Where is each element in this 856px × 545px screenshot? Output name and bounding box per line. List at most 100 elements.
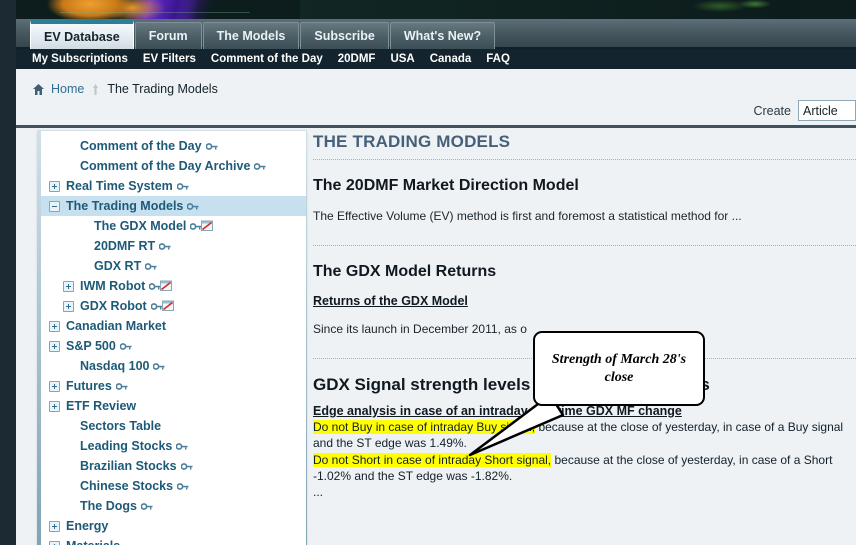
- primary-tabs: EV Database Forum The Models Subscribe W…: [30, 19, 496, 49]
- key-icon: [176, 182, 189, 190]
- key-icon: [145, 262, 157, 270]
- expand-icon[interactable]: [63, 300, 74, 312]
- sidebar-item-nasdaq-100[interactable]: Nasdaq 100: [41, 356, 306, 376]
- sidebar-item-etf-review[interactable]: ETF Review: [41, 396, 306, 416]
- expand-icon[interactable]: [49, 400, 60, 412]
- sidebar-item-comment-of-the-day-archive[interactable]: Comment of the Day Archive: [41, 156, 306, 176]
- subnav-item-my-subscriptions[interactable]: My Subscriptions: [32, 53, 128, 65]
- page-body: Home The Trading Models Create Article C…: [16, 69, 856, 545]
- expand-icon[interactable]: [49, 540, 60, 545]
- banner-artwork-left: [0, 0, 340, 19]
- more-ellipsis: ...: [313, 485, 324, 499]
- tree-spacer-icon: [63, 421, 74, 432]
- tree-spacer-icon: [77, 241, 88, 252]
- sidebar-item-chinese-stocks[interactable]: Chinese Stocks: [41, 476, 306, 496]
- link-returns-of-the-gdx-model[interactable]: Returns of the GDX Model: [313, 294, 856, 308]
- sidebar-item-s-p-500[interactable]: S&P 500: [41, 336, 306, 356]
- sidebar-item-label: Comment of the Day Archive: [80, 159, 251, 173]
- breadcrumb: Home The Trading Models: [32, 79, 218, 99]
- sidebar-item-iwm-robot[interactable]: IWM Robot: [41, 276, 306, 296]
- create-label: Create: [753, 103, 791, 118]
- sidebar-item-leading-stocks[interactable]: Leading Stocks: [41, 436, 306, 456]
- expand-icon[interactable]: [63, 280, 74, 292]
- header-divider: [16, 125, 856, 128]
- expand-icon[interactable]: [49, 520, 60, 532]
- subnav-item-canada[interactable]: Canada: [430, 53, 472, 65]
- tab-forum[interactable]: Forum: [134, 22, 202, 49]
- home-icon: [33, 83, 44, 95]
- key-icon: [119, 342, 132, 350]
- key-icon: [254, 162, 266, 170]
- create-type-value: Article: [803, 103, 838, 118]
- tree-spacer-icon: [63, 141, 74, 152]
- sidebar-item-label: The Trading Models: [66, 199, 184, 213]
- subnav-item-usa[interactable]: USA: [390, 53, 414, 65]
- key-icon: [153, 362, 165, 370]
- subnav-item-faq[interactable]: FAQ: [486, 53, 510, 65]
- site-banner: [0, 0, 856, 19]
- sidebar-item-comment-of-the-day[interactable]: Comment of the Day: [41, 136, 306, 156]
- tree-spacer-icon: [63, 461, 74, 472]
- annotation-callout: Strength of March 28's close: [468, 331, 705, 457]
- primary-tab-bar: EV Database Forum The Models Subscribe W…: [0, 19, 856, 49]
- tree-spacer-icon: [63, 481, 74, 492]
- tab-the-models[interactable]: The Models: [202, 22, 300, 49]
- sidebar-item-label: The Dogs: [80, 499, 137, 513]
- create-article-control: Create Article: [753, 100, 856, 121]
- sidebar-item-label: Sectors Table: [80, 419, 162, 433]
- expand-icon[interactable]: [49, 380, 60, 392]
- tab-label: The Models: [216, 29, 286, 43]
- sidebar-item-label: Chinese Stocks: [80, 479, 174, 493]
- sidebar-item-brazilian-stocks[interactable]: Brazilian Stocks: [41, 456, 306, 476]
- subnav-item-ev-filters[interactable]: EV Filters: [143, 53, 196, 65]
- key-icon: [205, 142, 218, 150]
- chart-icon: [161, 300, 174, 311]
- key-icon: [159, 242, 171, 250]
- tree-spacer-icon: [77, 261, 88, 272]
- sidebar-item-energy[interactable]: Energy: [41, 516, 306, 536]
- breadcrumb-home-link[interactable]: Home: [51, 82, 84, 96]
- sidebar-item-the-dogs[interactable]: The Dogs: [41, 496, 306, 516]
- sidebar-item-gdx-rt[interactable]: GDX RT: [41, 256, 306, 276]
- create-type-select[interactable]: Article: [798, 100, 856, 121]
- subnav-item-comment-of-the-day[interactable]: Comment of the Day: [211, 53, 323, 65]
- sidebar-item-real-time-system[interactable]: Real Time System: [41, 176, 306, 196]
- expand-icon[interactable]: [49, 340, 60, 352]
- sidebar-item-canadian-market[interactable]: Canadian Market: [41, 316, 306, 336]
- sidebar-item-sectors-table[interactable]: Sectors Table: [41, 416, 306, 436]
- tree-spacer-icon: [63, 161, 74, 172]
- expand-icon[interactable]: [49, 180, 60, 192]
- sidebar-item-the-trading-models[interactable]: The Trading Models: [41, 196, 306, 216]
- sidebar-item-label: Real Time System: [66, 179, 173, 193]
- sidebar-item-futures[interactable]: Futures: [41, 376, 306, 396]
- collapse-icon[interactable]: [49, 200, 60, 212]
- sidebar-item-label: Canadian Market: [66, 319, 167, 333]
- sidebar-item-label: 20DMF RT: [94, 239, 156, 253]
- tab-label: What's New?: [403, 29, 482, 43]
- sidebar-item-gdx-robot[interactable]: GDX Robot: [41, 296, 306, 316]
- tab-subscribe[interactable]: Subscribe: [300, 22, 389, 49]
- sidebar-item-label: GDX RT: [94, 259, 142, 273]
- tree-spacer-icon: [63, 441, 74, 452]
- divider: [313, 245, 856, 246]
- sidebar-item-label: The GDX Model: [94, 219, 187, 233]
- sidebar-item-materials[interactable]: Materials: [41, 536, 306, 545]
- tree-spacer-icon: [77, 221, 88, 232]
- tab-whats-new[interactable]: What's New?: [389, 22, 496, 49]
- app-window: EV Database Forum The Models Subscribe W…: [0, 0, 856, 545]
- sidebar-item-label: Leading Stocks: [80, 439, 173, 453]
- key-icon: [115, 382, 128, 390]
- sidebar-item-label: Nasdaq 100: [80, 359, 150, 373]
- subnav-item-20dmf[interactable]: 20DMF: [338, 53, 376, 65]
- banner-accent-line: [60, 12, 250, 13]
- sidebar-item-label: Brazilian Stocks: [80, 459, 177, 473]
- secondary-nav: My Subscriptions EV Filters Comment of t…: [0, 49, 856, 69]
- expand-icon[interactable]: [49, 320, 60, 332]
- sidebar-item-20dmf-rt[interactable]: 20DMF RT: [41, 236, 306, 256]
- tab-ev-database[interactable]: EV Database: [30, 20, 134, 49]
- tree-spacer-icon: [63, 501, 74, 512]
- breadcrumb-current: The Trading Models: [107, 82, 218, 96]
- sidebar-item-the-gdx-model[interactable]: The GDX Model: [41, 216, 306, 236]
- left-rail: [0, 0, 16, 545]
- key-icon: [176, 442, 188, 450]
